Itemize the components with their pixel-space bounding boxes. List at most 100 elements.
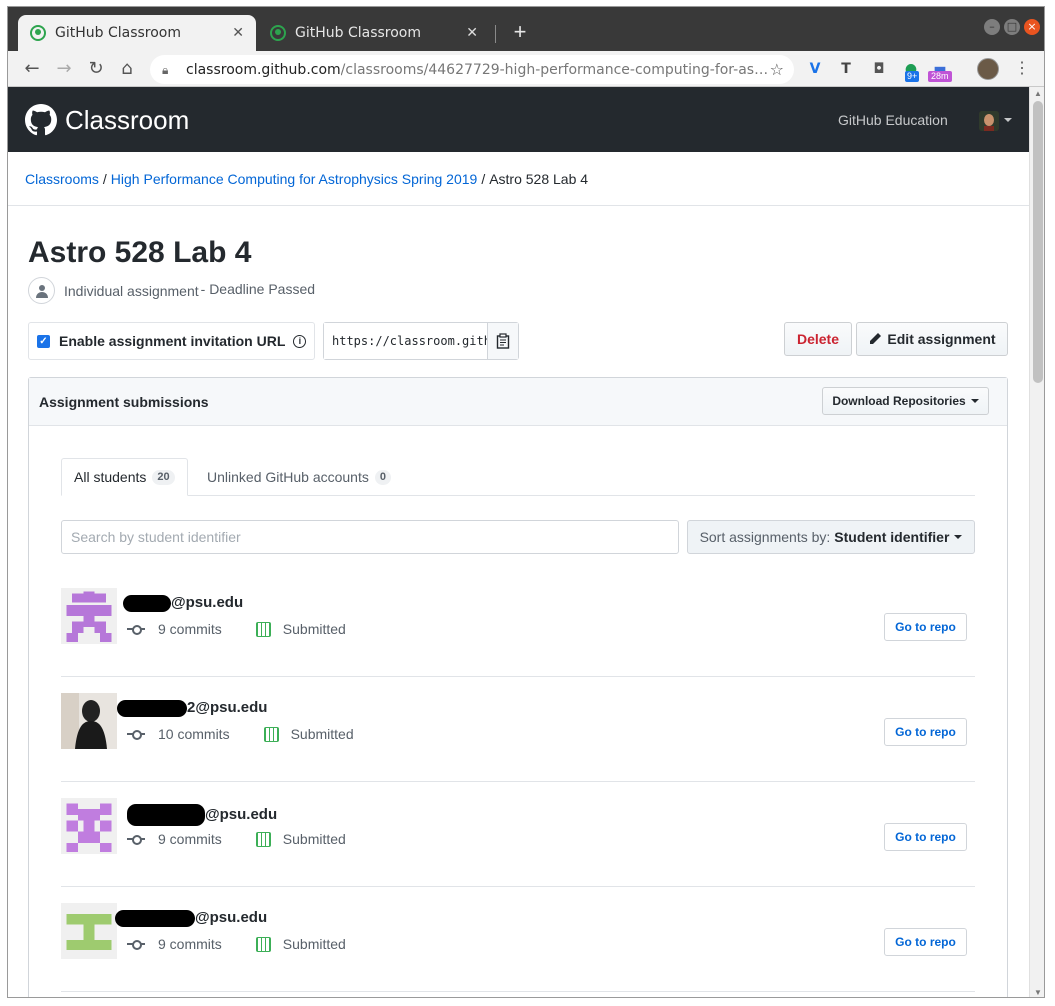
invitation-url-group: https://classroom.github.com/a/ bbox=[323, 322, 519, 360]
breadcrumb-separator: / bbox=[102, 170, 107, 187]
tab-all-students[interactable]: All students 20 bbox=[61, 458, 188, 496]
page-scrollbar[interactable]: ▲ ▼ bbox=[1029, 87, 1044, 997]
timer-badge: 28m bbox=[928, 71, 952, 82]
scroll-up-icon[interactable]: ▲ bbox=[1034, 89, 1042, 98]
back-icon[interactable]: ← bbox=[20, 57, 44, 81]
delete-button[interactable]: Delete bbox=[784, 322, 852, 356]
commit-icon bbox=[127, 624, 145, 635]
student-row: @psu.edu 9 commits Submitted Go to repo bbox=[61, 572, 975, 677]
address-bar[interactable]: 🔒︎ classroom.github.com /classrooms/4462… bbox=[150, 55, 794, 84]
go-to-repo-button[interactable]: Go to repo bbox=[884, 823, 967, 851]
user-avatar[interactable] bbox=[979, 111, 999, 131]
redaction-mark bbox=[115, 909, 195, 927]
edit-assignment-label: Edit assignment bbox=[887, 331, 996, 347]
student-stats: 9 commits Submitted bbox=[127, 621, 346, 637]
go-to-repo-button[interactable]: Go to repo bbox=[884, 718, 967, 746]
sort-dropdown[interactable]: Sort assignments by: Student identifier bbox=[687, 520, 975, 554]
breadcrumb-current: Astro 528 Lab 4 bbox=[489, 170, 589, 187]
student-email-suffix: @psu.edu bbox=[195, 909, 268, 926]
student-identicon bbox=[61, 903, 117, 959]
forward-icon[interactable]: → bbox=[52, 57, 76, 81]
sort-value: Student identifier bbox=[834, 529, 950, 545]
info-icon[interactable]: i bbox=[293, 334, 307, 348]
submissions-panel: Assignment submissions Download Reposito… bbox=[28, 377, 1008, 997]
window-controls: – □ × bbox=[984, 19, 1040, 35]
count-badge: 20 bbox=[152, 469, 175, 485]
github-education-link[interactable]: GitHub Education bbox=[838, 112, 948, 128]
student-photo bbox=[61, 693, 117, 749]
calendar-icon bbox=[255, 831, 271, 847]
browser-tab[interactable]: GitHub Classroom ✕ bbox=[258, 15, 490, 51]
tab-label: All students bbox=[74, 469, 147, 485]
new-tab-icon[interactable]: + bbox=[508, 19, 532, 45]
student-identifier: @psu.edu bbox=[127, 804, 277, 826]
student-identicon bbox=[61, 588, 117, 644]
go-to-repo-button[interactable]: Go to repo bbox=[884, 613, 967, 641]
chevron-down-icon bbox=[970, 399, 979, 403]
extension-shield-icon[interactable]: ◘ bbox=[869, 59, 889, 79]
invitation-toggle[interactable]: ✓ Enable assignment invitation URL i bbox=[28, 322, 315, 360]
commit-icon bbox=[127, 729, 145, 740]
download-repositories-button[interactable]: Download Repositories bbox=[822, 387, 989, 415]
student-row: 2@psu.edu 10 commits Submitted Go to rep… bbox=[61, 677, 975, 782]
breadcrumb-separator: / bbox=[481, 170, 486, 187]
brand-name: Classroom bbox=[65, 104, 190, 135]
assignment-meta: Individual assignment - Deadline Passed bbox=[28, 277, 315, 304]
commit-icon bbox=[127, 939, 145, 950]
count-badge: 0 bbox=[374, 469, 391, 485]
scroll-down-icon[interactable]: ▼ bbox=[1034, 988, 1042, 997]
commit-count: 9 commits bbox=[158, 621, 222, 637]
lock-icon: 🔒︎ bbox=[162, 62, 169, 77]
student-search-input[interactable] bbox=[61, 520, 679, 554]
close-window-icon[interactable]: × bbox=[1024, 19, 1040, 35]
pencil-icon bbox=[870, 333, 882, 344]
bookmark-star-icon[interactable]: ☆ bbox=[770, 60, 784, 79]
notification-badge: 9+ bbox=[905, 71, 920, 82]
commit-icon bbox=[127, 834, 145, 845]
edit-assignment-button[interactable]: Edit assignment bbox=[856, 322, 1008, 356]
github-octocat-icon bbox=[25, 104, 57, 136]
tab-strip: GitHub Classroom ✕ GitHub Classroom ✕ + … bbox=[8, 7, 1044, 51]
url-host: classroom.github.com bbox=[186, 61, 341, 78]
browser-menu-icon[interactable]: ⋮ bbox=[1014, 57, 1030, 81]
tab-close-icon[interactable]: ✕ bbox=[466, 25, 478, 41]
scroll-thumb[interactable] bbox=[1033, 101, 1043, 383]
invitation-url-field[interactable]: https://classroom.github.com/a/ bbox=[324, 323, 488, 359]
redaction-mark bbox=[123, 594, 171, 612]
student-email-suffix: @psu.edu bbox=[171, 594, 244, 611]
go-to-repo-button[interactable]: Go to repo bbox=[884, 928, 967, 956]
url-path: /classrooms/44627729-high-performance-co… bbox=[340, 61, 771, 78]
deadline-status: - Deadline Passed bbox=[200, 280, 316, 297]
browser-window: GitHub Classroom ✕ GitHub Classroom ✕ + … bbox=[7, 6, 1045, 998]
maximize-icon[interactable]: □ bbox=[1004, 19, 1020, 35]
extension-v-icon[interactable]: V bbox=[805, 59, 825, 79]
redaction-mark bbox=[117, 699, 187, 717]
breadcrumb-classroom-link[interactable]: High Performance Computing for Astrophys… bbox=[111, 171, 478, 187]
copy-clipboard-icon[interactable] bbox=[488, 323, 518, 359]
breadcrumb: Classrooms / High Performance Computing … bbox=[8, 152, 1029, 206]
tab-close-icon[interactable]: ✕ bbox=[232, 25, 244, 41]
minimize-icon[interactable]: – bbox=[984, 19, 1000, 35]
invitation-label: Enable assignment invitation URL bbox=[59, 333, 286, 349]
student-identifier: 2@psu.edu bbox=[117, 699, 267, 717]
submission-status: Submitted bbox=[282, 621, 346, 637]
github-favicon-icon bbox=[30, 25, 46, 41]
browser-tab-active[interactable]: GitHub Classroom ✕ bbox=[18, 15, 256, 51]
submissions-heading: Assignment submissions bbox=[39, 393, 209, 410]
invitation-checkbox[interactable]: ✓ bbox=[37, 334, 50, 348]
student-email-suffix: 2@psu.edu bbox=[187, 699, 268, 716]
extension-t-icon[interactable]: T bbox=[836, 59, 856, 79]
submission-status: Submitted bbox=[290, 726, 354, 742]
user-menu-caret-icon[interactable] bbox=[1004, 118, 1012, 122]
tab-title: GitHub Classroom bbox=[55, 25, 182, 41]
calendar-icon bbox=[263, 726, 279, 742]
reload-icon[interactable]: ↻ bbox=[84, 57, 108, 81]
tab-unlinked-accounts[interactable]: Unlinked GitHub accounts 0 bbox=[195, 458, 403, 496]
site-header: Classroom GitHub Education bbox=[8, 87, 1029, 152]
home-icon[interactable]: ⌂ bbox=[115, 57, 139, 81]
profile-avatar-icon[interactable] bbox=[977, 58, 999, 80]
student-row: @psu.edu 9 commits Submitted Go to repo bbox=[61, 782, 975, 887]
breadcrumb-classrooms-link[interactable]: Classrooms bbox=[25, 171, 99, 187]
classroom-logo[interactable]: Classroom bbox=[25, 104, 189, 136]
commit-count: 9 commits bbox=[158, 936, 222, 952]
